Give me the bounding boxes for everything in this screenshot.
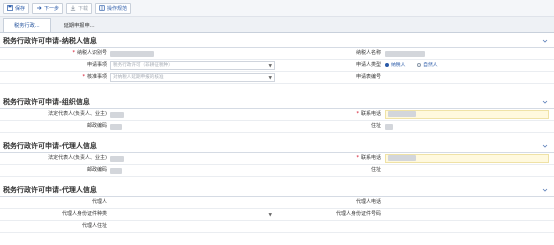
phone-input[interactable] (385, 110, 549, 119)
phone-label: 联系电话 (360, 111, 381, 117)
agent-phone-input[interactable] (385, 154, 549, 163)
dropdown-arrow-icon: ▼ (268, 213, 272, 218)
applicant-type-radio-group: 纳税人 自然人 (385, 61, 505, 69)
download-icon (70, 5, 76, 11)
applicant-type-label: 申请人类型 (355, 62, 381, 68)
tab-tax-admin[interactable]: 税务行政... (3, 18, 51, 32)
agent-legal-rep-label: 法定代表人(负责人、业主) (48, 155, 107, 161)
agent-person-section: 税务行政许可申请-代理人信息 代理人 代理人电话 代理人身份证件种类 ▼ 代理人… (0, 184, 554, 233)
taxpayer-id-label: 纳税人识别号 (76, 50, 107, 56)
download-button[interactable]: 下载 (66, 2, 93, 14)
taxpayer-name-value[interactable] (385, 50, 425, 58)
section-title: 税务行政许可申请-代理人信息 (3, 186, 97, 194)
tab-deferred-filing[interactable]: 延期申报申... (54, 19, 105, 32)
arrow-right-icon (36, 5, 42, 11)
chevron-down-icon[interactable] (542, 99, 548, 105)
agent-section: 税务行政许可申请-代理人信息 法定代表人(负责人、业主) * 联系电话 邮政编码 … (0, 140, 554, 177)
approval-item-select[interactable]: 对纳税人延期申报的核准 ▼ (110, 73, 275, 82)
address-value[interactable] (385, 123, 393, 131)
approval-item-placeholder: 对纳税人延期申报的核准 (113, 75, 164, 80)
section-header[interactable]: 税务行政许可申请-代理人信息 (0, 184, 554, 197)
toolbar: 保存 下一步 下载 操作规范 (0, 0, 554, 17)
apply-item-placeholder: 税务行政许可（非耕征税种） (113, 63, 173, 68)
legal-rep-value[interactable] (110, 111, 124, 119)
agent-label: 代理人 (91, 199, 107, 205)
taxpayer-section: 税务行政许可申请-纳税人信息 * 纳税人识别号 纳税人名称 申请事项 税务行政许可… (0, 35, 554, 84)
apply-item-label: 申请事项 (86, 62, 107, 68)
section-header[interactable]: 税务行政许可申请-纳税人信息 (0, 35, 554, 48)
form-row: 申请事项 税务行政许可（非耕征税种） ▼ 申请人类型 纳税人 自然人 (0, 60, 554, 72)
chevron-down-icon[interactable] (542, 38, 548, 44)
help-button[interactable]: 操作规范 (95, 2, 132, 14)
section-title: 税务行政许可申请-组织信息 (3, 98, 90, 106)
chevron-down-icon[interactable] (542, 187, 548, 193)
address-label: 住址 (370, 123, 381, 129)
postcode-label: 邮政编码 (86, 123, 107, 129)
form-row: 邮政编码 住址 (0, 165, 554, 177)
tab-label: 延期申报申... (63, 23, 95, 29)
radio-natural-person[interactable]: 自然人 (417, 61, 438, 68)
form-row: 代理人住址 (0, 221, 554, 233)
next-label: 下一步 (44, 5, 60, 12)
id-no-label: 代理人身份证件号码 (335, 211, 381, 217)
section-title: 税务行政许可申请-代理人信息 (3, 142, 97, 150)
agent-person-phone-label: 代理人电话 (355, 199, 381, 205)
postcode-value[interactable] (110, 123, 122, 131)
save-label: 保存 (15, 5, 26, 12)
form-row: 法定代表人(负责人、业主) * 联系电话 (0, 153, 554, 165)
taxpayer-id-value[interactable] (110, 50, 154, 58)
legal-rep-label: 法定代表人(负责人、业主) (48, 111, 107, 117)
org-section: 税务行政许可申请-组织信息 法定代表人(负责人、业主) * 联系电话 邮政编码 住… (0, 96, 554, 133)
save-button[interactable]: 保存 (3, 2, 30, 14)
form-row: * 核准事项 对纳税人延期申报的核准 ▼ 申请表编号 (0, 72, 554, 84)
form-row: 代理人 代理人电话 (0, 197, 554, 209)
dropdown-arrow-icon: ▼ (268, 76, 272, 81)
form-row: 法定代表人(负责人、业主) * 联系电话 (0, 109, 554, 121)
agent-postcode-value[interactable] (110, 167, 122, 175)
agent-postcode-label: 邮政编码 (86, 167, 107, 173)
form-row: 邮政编码 住址 (0, 121, 554, 133)
chevron-down-icon[interactable] (542, 143, 548, 149)
id-type-label: 代理人身份证件种类 (61, 211, 107, 217)
radio-taxpayer[interactable]: 纳税人 (385, 61, 405, 68)
save-icon (7, 5, 13, 11)
tab-bar: 税务行政... 延期申报申... (0, 17, 554, 33)
dropdown-arrow-icon: ▼ (268, 64, 272, 69)
form-row: 代理人身份证件种类 ▼ 代理人身份证件号码 (0, 209, 554, 221)
help-label: 操作规范 (107, 5, 128, 12)
taxpayer-name-label: 纳税人名称 (355, 50, 381, 56)
section-header[interactable]: 税务行政许可申请-代理人信息 (0, 140, 554, 153)
section-header[interactable]: 税务行政许可申请-组织信息 (0, 96, 554, 109)
section-title: 税务行政许可申请-纳税人信息 (3, 37, 97, 45)
id-type-select[interactable]: ▼ (110, 210, 275, 219)
agent-phone-label: 联系电话 (360, 155, 381, 161)
apply-item-select[interactable]: 税务行政许可（非耕征税种） ▼ (110, 61, 275, 70)
tab-label: 税务行政... (14, 23, 40, 29)
approval-item-label: 核准事项 (86, 74, 107, 80)
book-icon (99, 5, 105, 11)
apply-no-label: 申请表编号 (355, 74, 381, 80)
form-row: * 纳税人识别号 纳税人名称 (0, 48, 554, 60)
agent-address-label: 住址 (370, 167, 381, 173)
next-button[interactable]: 下一步 (32, 2, 64, 14)
agent-legal-rep-value[interactable] (110, 155, 124, 163)
download-label: 下载 (78, 5, 89, 12)
agent-address-person-label: 代理人住址 (81, 223, 107, 229)
